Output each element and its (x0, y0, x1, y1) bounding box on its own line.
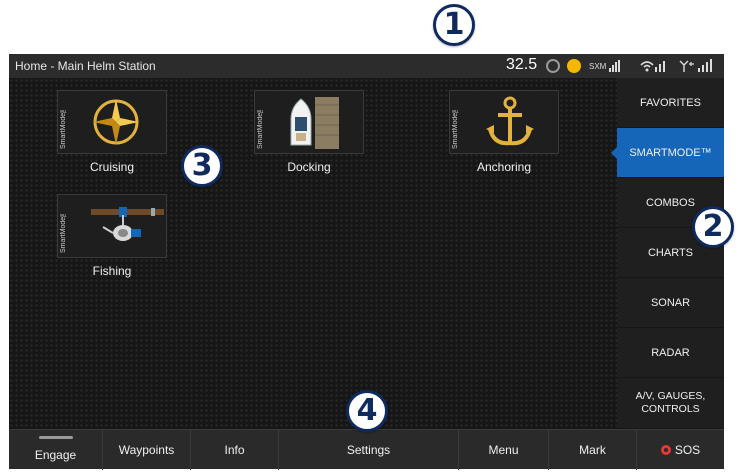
selection-caret-icon (611, 146, 618, 160)
fishing-reel-icon (91, 207, 164, 241)
compass-rose-icon (93, 99, 139, 145)
wifi-signal-icon[interactable] (639, 58, 667, 74)
smartmode-grid: SmartMode™ Cruising SmartMode™ Docking S… (9, 78, 617, 429)
antenna-signal-icon[interactable] (676, 58, 714, 74)
tile-label: Fishing (92, 264, 132, 278)
mark-button[interactable]: Mark (549, 430, 637, 470)
tile-docking[interactable]: SmartMode™ Docking (254, 90, 364, 174)
engage-label: Engage (34, 448, 77, 462)
heading-icon[interactable] (546, 59, 560, 73)
sxm-signal-icon[interactable]: SXM (589, 58, 621, 74)
status-reading: 32.5 (506, 56, 538, 73)
sidebar-item-favorites[interactable]: FAVORITES (617, 78, 724, 128)
tile-label: Docking (287, 160, 331, 174)
smartmode-tag: SmartMode™ (60, 209, 67, 253)
engage-button[interactable]: Engage (9, 430, 103, 470)
menu-button[interactable]: Menu (459, 430, 549, 470)
smartmode-tag: SmartMode™ (257, 105, 264, 149)
callout-4: 4 (346, 390, 388, 432)
sxm-label: SXM (589, 61, 607, 71)
sidebar-item-label: SMARTMODE™ (629, 146, 712, 159)
sidebar-item-radar[interactable]: RADAR (617, 328, 724, 378)
info-button[interactable]: Info (191, 430, 279, 470)
tile-label: Cruising (89, 160, 134, 174)
smartmode-tag: SmartMode™ (60, 105, 67, 149)
boat-dock-icon (290, 97, 339, 149)
engage-indicator (39, 436, 73, 439)
tile-cruising[interactable]: SmartMode™ Cruising (57, 90, 167, 174)
bottom-toolbar: Engage Waypoints Info Settings Menu Mark… (9, 429, 724, 470)
tile-image: SmartMode™ (57, 90, 167, 154)
sos-button[interactable]: SOS (637, 430, 724, 470)
tile-anchoring[interactable]: SmartMode™ Anchoring (449, 90, 559, 174)
alert-icon[interactable] (567, 59, 581, 73)
status-bar: Home - Main Helm Station 32.5 SXM (9, 54, 724, 78)
callout-3: 3 (181, 145, 223, 187)
page-title: Home - Main Helm Station (15, 59, 156, 73)
category-sidebar: FAVORITES SMARTMODE™ COMBOS CHARTS SONAR… (611, 78, 724, 429)
sidebar-item-sonar[interactable]: SONAR (617, 278, 724, 328)
tile-label: Anchoring (476, 160, 532, 174)
tile-image: SmartMode™ (449, 90, 559, 154)
sidebar-item-av-gauges-controls[interactable]: A/V, GAUGES, CONTROLS (617, 378, 724, 429)
signal-bars-icon (608, 60, 621, 72)
anchor-icon (486, 96, 534, 146)
smartmode-tag: SmartMode™ (452, 105, 459, 149)
sos-label: SOS (674, 443, 701, 457)
tile-image: SmartMode™ (57, 194, 167, 258)
tile-fishing[interactable]: SmartMode™ Fishing (57, 194, 167, 278)
callout-1: 1 (433, 4, 475, 46)
sidebar-item-smartmode[interactable]: SMARTMODE™ (611, 128, 724, 178)
waypoints-button[interactable]: Waypoints (103, 430, 191, 470)
tile-image: SmartMode™ (254, 90, 364, 154)
callout-2: 2 (692, 206, 734, 248)
settings-button[interactable]: Settings (279, 430, 459, 470)
sos-icon (660, 445, 671, 455)
